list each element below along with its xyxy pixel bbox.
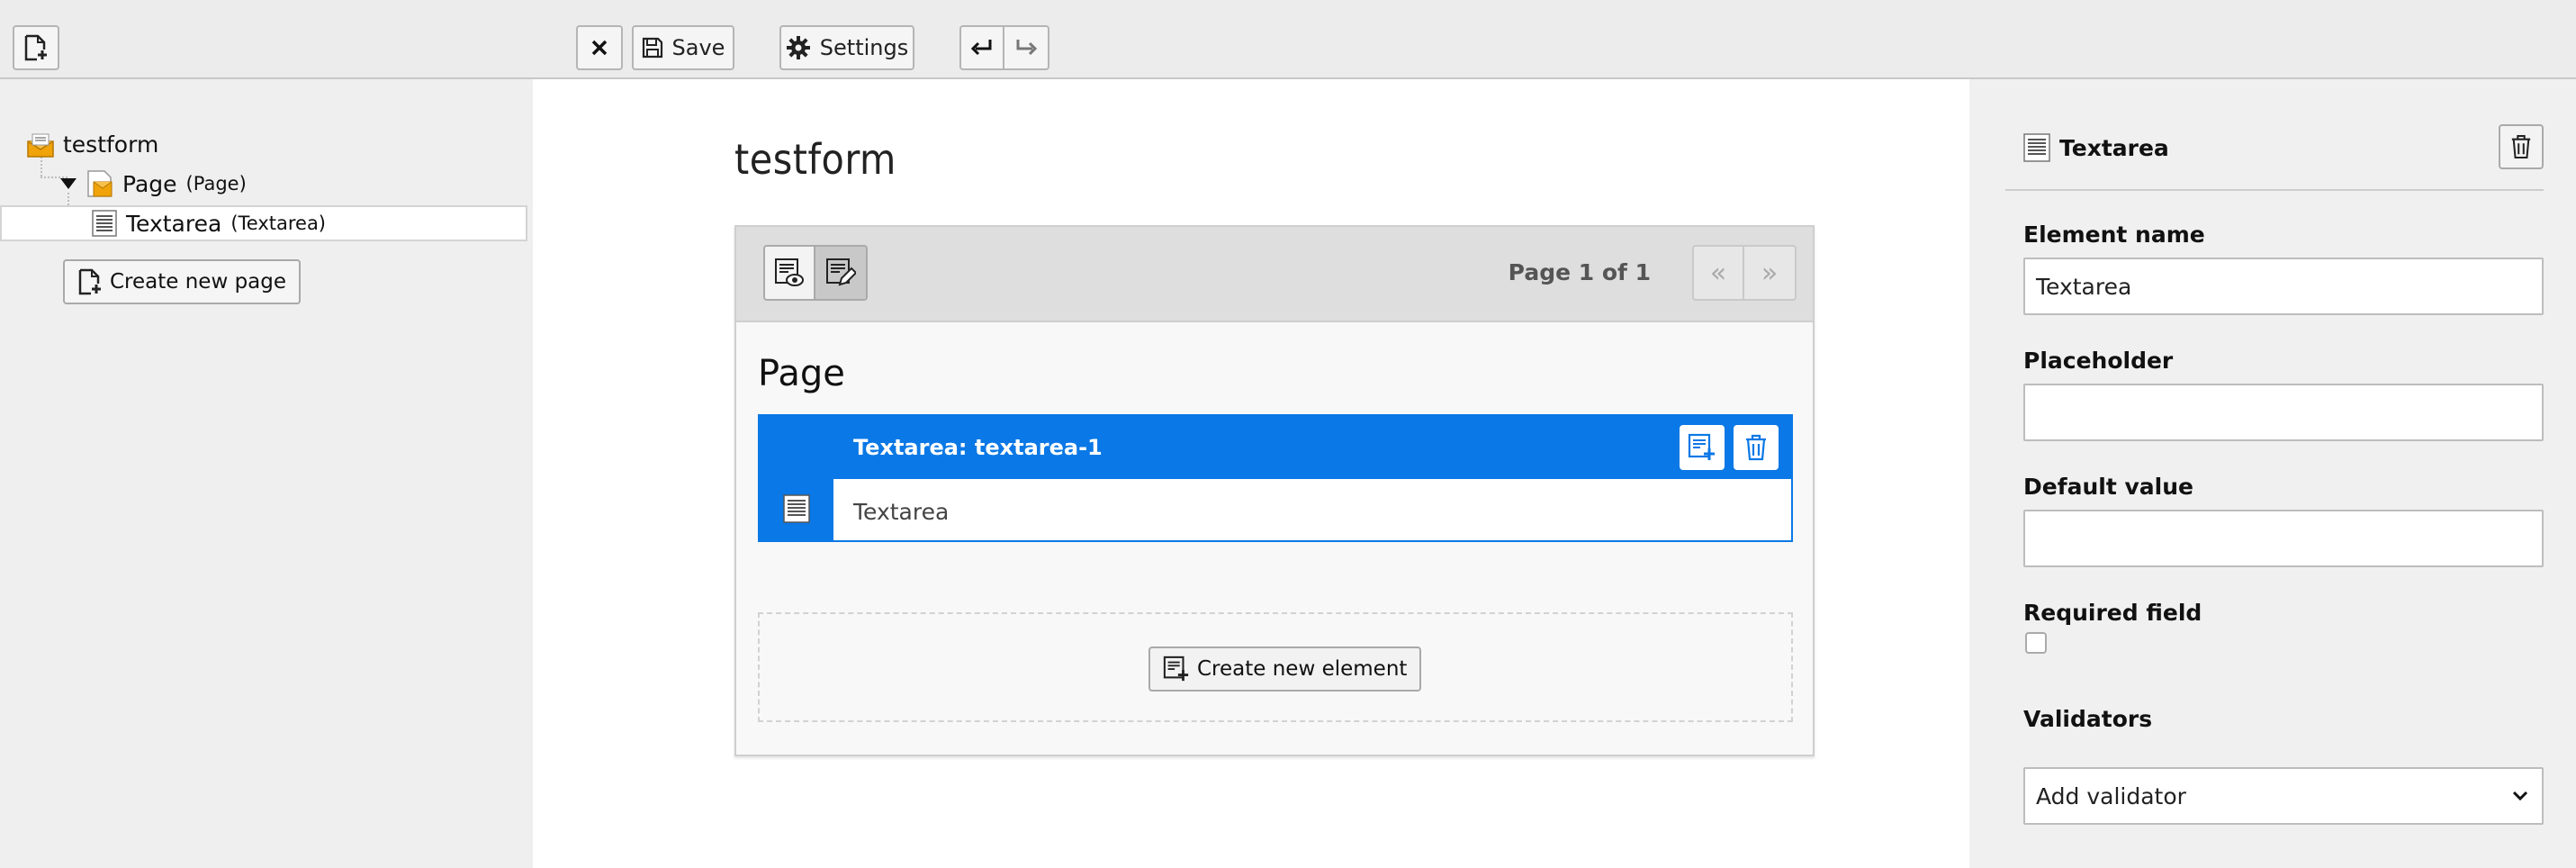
add-element-icon [1163, 656, 1190, 683]
form-title: testform [734, 135, 896, 184]
new-element-zone: Create new element [758, 612, 1793, 722]
required-field-checkbox[interactable] [2025, 632, 2047, 654]
tree-textarea-label: Textarea [126, 210, 222, 237]
element-body-label: Textarea [853, 499, 950, 525]
inspector-delete-button[interactable] [2499, 124, 2544, 169]
preview-mode-button[interactable] [763, 245, 815, 301]
gear-icon [786, 35, 811, 60]
element-header-label: Textarea: textarea-1 [853, 435, 1103, 460]
form-stage: testform Page 1 of 1 « » Page Textarea: … [533, 79, 1969, 868]
page-pagination: « » [1692, 245, 1797, 301]
undo-redo-group [959, 25, 1049, 70]
inspector-title: Textarea [2059, 135, 2169, 161]
textarea-icon [2023, 133, 2050, 162]
placeholder-label: Placeholder [2023, 348, 2174, 374]
element-name-label: Element name [2023, 222, 2205, 248]
close-button[interactable] [576, 25, 623, 70]
element-header: Textarea: textarea-1 [833, 416, 1791, 479]
tree-item-textarea[interactable]: Textarea (Textarea) [0, 205, 527, 241]
tree-page-label: Page [122, 170, 177, 197]
create-new-page-button[interactable]: Create new page [63, 259, 302, 304]
double-chevron-right-icon: » [1761, 257, 1779, 289]
top-toolbar: Save Settings [0, 0, 2576, 79]
element-name-value: Textarea [2036, 273, 2132, 300]
redo-icon [1014, 38, 1038, 58]
tree-connector [41, 157, 42, 176]
page-icon [86, 169, 113, 198]
save-label: Save [671, 35, 725, 60]
required-field-label: Required field [2023, 600, 2202, 626]
document-plus-icon [77, 268, 103, 295]
next-page-button[interactable]: » [1744, 245, 1797, 301]
undo-icon [970, 38, 994, 58]
document-plus-icon [23, 34, 49, 61]
undo-button[interactable] [959, 25, 1004, 70]
page-heading: Page [758, 353, 845, 394]
settings-label: Settings [819, 35, 909, 60]
save-button[interactable]: Save [632, 25, 734, 70]
redo-button[interactable] [1004, 25, 1049, 70]
inspector-header: Textarea [2005, 124, 2544, 191]
element-icon-column [760, 416, 833, 540]
tree-page-type: (Page) [185, 173, 247, 194]
add-element-icon [1688, 433, 1716, 462]
placeholder-input[interactable] [2023, 384, 2544, 441]
textarea-icon [92, 210, 117, 237]
settings-button[interactable]: Settings [779, 25, 914, 70]
tree-textarea-type: (Textarea) [230, 212, 326, 234]
inspector-panel: Textarea Element name Textarea Placehold… [1969, 79, 2576, 868]
element-actions [1680, 425, 1779, 470]
validator-select-value: Add validator [2036, 782, 2186, 809]
stage-header: Page 1 of 1 « » [736, 227, 1813, 322]
form-preview-card: Page 1 of 1 « » Page Textarea: textarea-… [734, 225, 1815, 756]
view-mode-toggle [763, 245, 868, 301]
tree-item-form[interactable]: testform [27, 131, 158, 158]
collapse-triangle-icon[interactable] [59, 176, 77, 191]
default-value-input[interactable] [2023, 510, 2544, 567]
validators-label: Validators [2023, 706, 2153, 732]
create-page-label: Create new page [110, 270, 287, 294]
abstract-mode-button[interactable] [815, 245, 868, 301]
trash-icon [2510, 134, 2532, 159]
preview-icon [774, 258, 805, 288]
element-name-input[interactable]: Textarea [2023, 258, 2544, 315]
textarea-element[interactable]: Textarea: textarea-1 Textarea [758, 414, 1793, 542]
add-validator-select[interactable]: Add validator [2023, 767, 2544, 825]
new-form-button[interactable] [13, 25, 59, 70]
trash-icon [1744, 434, 1768, 461]
textarea-icon [783, 494, 810, 523]
tree-form-label: testform [63, 131, 159, 158]
double-chevron-left-icon: « [1709, 257, 1727, 289]
create-element-label: Create new element [1197, 657, 1408, 681]
chevron-down-icon [2511, 787, 2529, 805]
add-element-after-button[interactable] [1680, 425, 1725, 470]
default-value-label: Default value [2023, 474, 2193, 500]
delete-element-button[interactable] [1734, 425, 1779, 470]
tree-item-page[interactable]: Page (Page) [59, 169, 247, 198]
close-icon [590, 39, 608, 57]
page-indicator: Page 1 of 1 [1508, 259, 1651, 285]
form-icon [27, 132, 54, 158]
previous-page-button[interactable]: « [1692, 245, 1744, 301]
save-icon [642, 37, 663, 59]
create-new-element-button[interactable]: Create new element [1148, 646, 1422, 692]
edit-form-icon [825, 258, 856, 288]
form-tree-panel: testform Page (Page) Textarea (Textarea)… [0, 79, 533, 868]
